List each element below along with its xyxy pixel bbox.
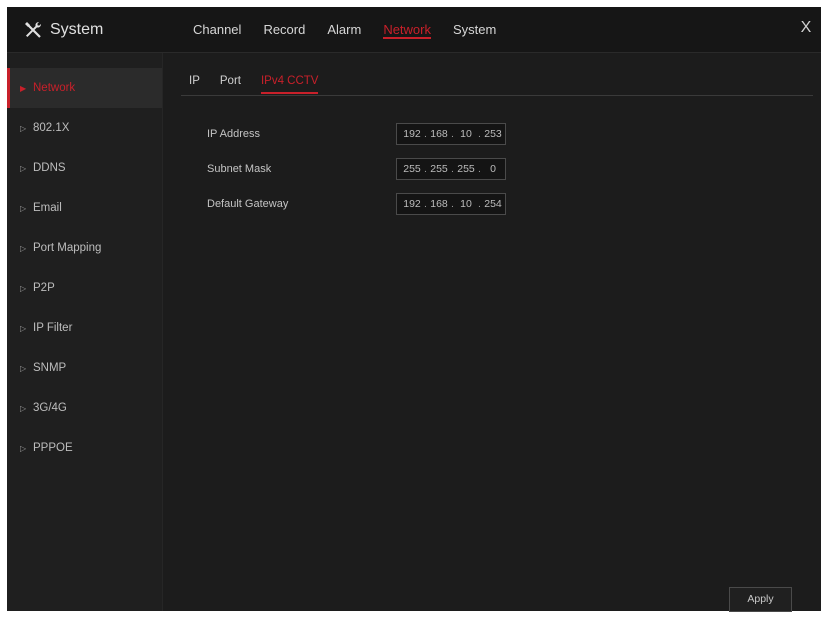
settings-window: System Channel Record Alarm Network Syst… [7,7,821,612]
sidebar-item-label: Port Mapping [33,242,102,254]
ip-octet[interactable]: 168 [428,128,450,140]
ip-octet[interactable]: 253 [482,128,504,140]
play-arrow-icon: ▷ [20,203,27,213]
ip-octet[interactable]: 255 [455,163,477,175]
play-arrow-icon: ▷ [20,243,27,253]
subnet-mask-field[interactable]: 255. 255. 255. 0 [396,158,506,180]
tab-channel[interactable]: Channel [182,7,252,52]
sidebar-item-3g-4g[interactable]: ▷ 3G/4G [7,388,162,428]
sidebar-item-pppoe[interactable]: ▷ PPPOE [7,428,162,468]
ip-octet[interactable]: 0 [482,163,504,175]
play-arrow-icon: ▷ [20,163,27,173]
default-gateway-row: Default Gateway 192. 168. 10. 254 [207,193,807,215]
divider [181,95,813,96]
sidebar-item-label: 802.1X [33,122,70,134]
sidebar-item-p2p[interactable]: ▷ P2P [7,268,162,308]
play-arrow-icon: ▷ [20,123,27,133]
subtab-port[interactable]: Port [210,68,251,94]
play-arrow-icon: ▶ [20,83,27,93]
sidebar-item-label: SNMP [33,362,67,374]
app-title: System [23,19,103,41]
apply-button[interactable]: Apply [729,587,792,612]
main-tabs: Channel Record Alarm Network System [182,7,507,52]
ip-octet[interactable]: 192 [401,128,423,140]
sidebar-item-label: IP Filter [33,322,73,334]
play-arrow-icon: ▷ [20,283,27,293]
sidebar-item-ddns[interactable]: ▷ DDNS [7,148,162,188]
play-arrow-icon: ▷ [20,403,27,413]
tools-icon [23,20,43,40]
subnet-mask-row: Subnet Mask 255. 255. 255. 0 [207,158,807,180]
sidebar-item-802-1x[interactable]: ▷ 802.1X [7,108,162,148]
sidebar-item-email[interactable]: ▷ Email [7,188,162,228]
default-gateway-field[interactable]: 192. 168. 10. 254 [396,193,506,215]
content-panel: IP Port IPv4 CCTV IP Address 192. 168. 1… [163,53,821,612]
sidebar-item-label: Email [33,202,62,214]
tab-alarm[interactable]: Alarm [316,7,372,52]
ip-octet[interactable]: 168 [428,198,450,210]
ip-address-label: IP Address [207,128,260,140]
sidebar-item-label: PPPOE [33,442,73,454]
subnet-mask-label: Subnet Mask [207,163,272,175]
app-title-label: System [50,21,104,38]
sidebar-item-label: Network [33,82,76,94]
play-arrow-icon: ▷ [20,443,27,453]
tab-record[interactable]: Record [252,7,316,52]
sidebar-item-label: P2P [33,282,55,294]
sidebar-item-label: DDNS [33,162,66,174]
ip-address-field[interactable]: 192. 168. 10. 253 [396,123,506,145]
ip-octet[interactable]: 10 [455,128,477,140]
subtab-ipv4-cctv[interactable]: IPv4 CCTV [251,68,329,94]
tab-network[interactable]: Network [372,7,442,52]
play-arrow-icon: ▷ [20,363,27,373]
ip-octet[interactable]: 255 [428,163,450,175]
ip-octet[interactable]: 255 [401,163,423,175]
ip-octet[interactable]: 254 [482,198,504,210]
close-button[interactable]: X [797,18,815,38]
sidebar-item-network[interactable]: ▶ Network [7,68,162,108]
sidebar-item-ip-filter[interactable]: ▷ IP Filter [7,308,162,348]
tab-system[interactable]: System [442,7,507,52]
ip-octet[interactable]: 10 [455,198,477,210]
default-gateway-label: Default Gateway [207,198,289,210]
ip-octet[interactable]: 192 [401,198,423,210]
sidebar-item-snmp[interactable]: ▷ SNMP [7,348,162,388]
sidebar: ▶ Network ▷ 802.1X ▷ DDNS ▷ Email ▷ Port… [7,53,163,611]
sub-tabs: IP Port IPv4 CCTV [181,68,328,94]
play-arrow-icon: ▷ [20,323,27,333]
top-bar: System Channel Record Alarm Network Syst… [7,7,821,53]
sidebar-item-label: 3G/4G [33,402,67,414]
sidebar-item-port-mapping[interactable]: ▷ Port Mapping [7,228,162,268]
ip-address-row: IP Address 192. 168. 10. 253 [207,123,807,145]
subtab-ip[interactable]: IP [181,68,210,94]
